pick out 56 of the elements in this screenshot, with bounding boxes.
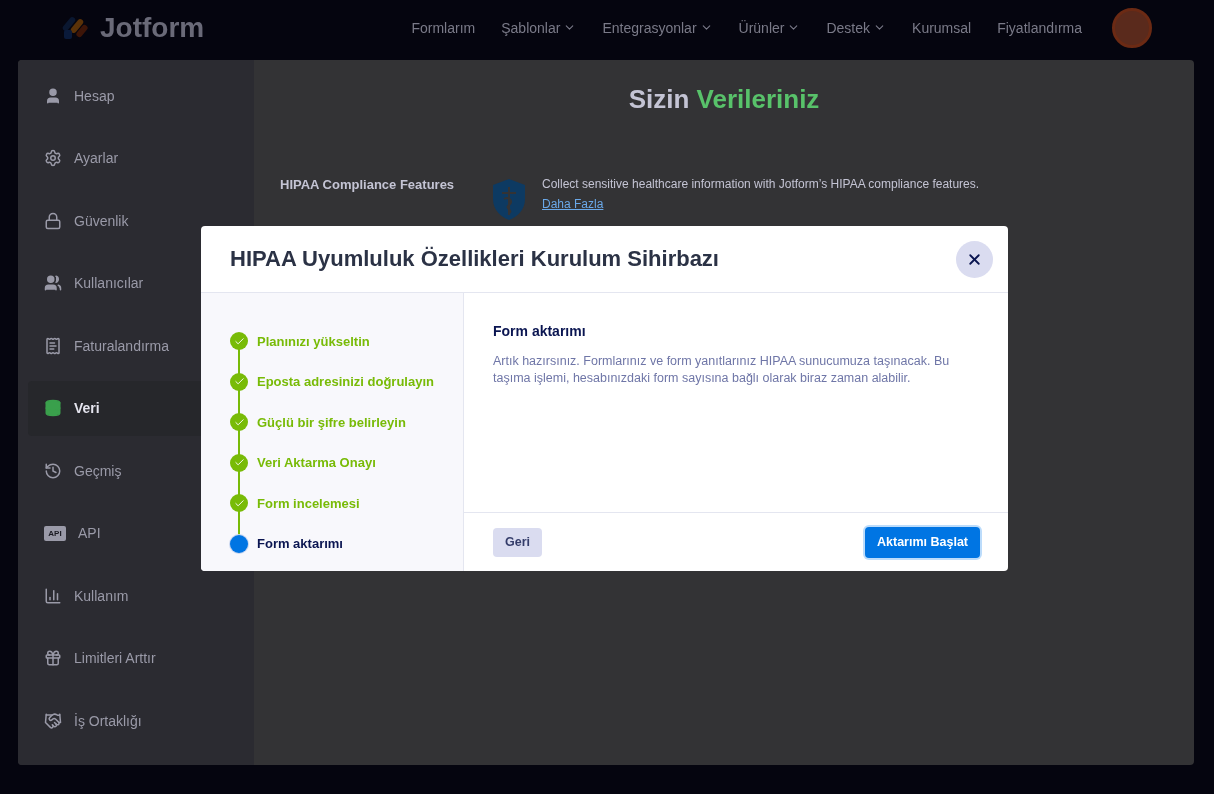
step-label: Form aktarımı: [257, 536, 343, 552]
dialog-title: HIPAA Uyumluluk Özellikleri Kurulum Sihirbazı: [230, 246, 719, 272]
nav-link[interactable]: Destek: [826, 19, 887, 36]
step-label: Planınızı yükseltin: [257, 333, 370, 349]
shield-icon: [490, 177, 528, 221]
sidebar-label: Ayarlar: [74, 150, 119, 166]
sidebar-label: Faturalandırma: [74, 337, 169, 354]
nav-link[interactable]: Fiyatlandırma: [997, 19, 1082, 36]
nav-link[interactable]: Entegrasyonlar: [602, 19, 713, 36]
sidebar-item[interactable]: Faturalandırma: [28, 318, 244, 373]
sidebar-label: İş Ortaklığı: [74, 712, 142, 729]
sidebar-item[interactable]: Ayarlar: [28, 130, 244, 186]
invoice-icon: [44, 336, 62, 355]
sidebar-label: Kullanım: [74, 587, 129, 604]
chart-icon: [44, 586, 62, 605]
gift-icon: [44, 649, 62, 667]
more-link[interactable]: Daha Fazla: [542, 197, 604, 211]
sidebar-label: API: [78, 525, 101, 541]
nav-link[interactable]: Ürünler: [738, 19, 801, 36]
brand-name[interactable]: Jotform: [100, 11, 205, 44]
sidebar-item[interactable]: Hesap: [28, 68, 244, 123]
sidebar-label: Güvenlik: [74, 212, 129, 229]
feature-description: Collect sensitive healthcare information with Jotform’s HIPAA compliance features.: [542, 177, 980, 191]
sidebar-item[interactable]: API API: [28, 505, 244, 561]
users-icon: [44, 274, 62, 292]
current-step-dot: [230, 534, 248, 553]
step-label: Veri Aktarma Onayı: [257, 455, 376, 471]
handshake-icon: [44, 711, 62, 730]
step-label: Eposta adresinizi doğrulayın: [257, 374, 434, 390]
feature-title: HIPAA Compliance Features: [280, 177, 456, 192]
lock-icon: [44, 211, 62, 230]
close-button[interactable]: [956, 240, 993, 278]
api-icon: API: [44, 525, 66, 541]
sidebar-label: Veri: [74, 400, 100, 416]
sidebar-label: Geçmiş: [74, 462, 122, 479]
sidebar-item[interactable]: İş Ortaklığı: [28, 693, 244, 748]
settings-icon: [44, 149, 62, 167]
sidebar-item[interactable]: Kullanım: [28, 568, 244, 623]
sidebar-label: Kullanıcılar: [74, 275, 144, 291]
section-heading: Form aktarımı: [493, 323, 587, 339]
step-label: Güçlü bir şifre belirleyin: [257, 414, 406, 430]
sidebar-item[interactable]: Güvenlik: [28, 193, 244, 248]
user-icon: [44, 86, 62, 105]
start-transfer-button[interactable]: Aktarımı Başlat: [865, 526, 980, 558]
page-title: Sizin Verileriniz: [627, 84, 821, 115]
step-label: Form incelemesi: [257, 495, 360, 511]
sidebar-item[interactable]: Limitleri Arttır: [28, 630, 244, 686]
history-icon: [44, 461, 62, 480]
nav-link[interactable]: Formlarım: [411, 19, 476, 36]
section-text: Artık hazırsınız. Formlarınız ve form yanıtlarınız HIPAA sunucumuza taşınacak. Bu taşıma işlemi, hesabınızdaki form sayısına bağlı olarak biraz zaman alabilir.: [493, 353, 951, 387]
sidebar-label: Limitleri Arttır: [74, 650, 156, 666]
back-button[interactable]: Geri: [493, 527, 542, 557]
nav-link[interactable]: Şablonlar: [501, 19, 577, 36]
sidebar-label: Hesap: [74, 87, 115, 104]
sidebar-item[interactable]: Geçmiş: [28, 443, 244, 498]
nav-link[interactable]: Kurumsal: [912, 19, 972, 36]
